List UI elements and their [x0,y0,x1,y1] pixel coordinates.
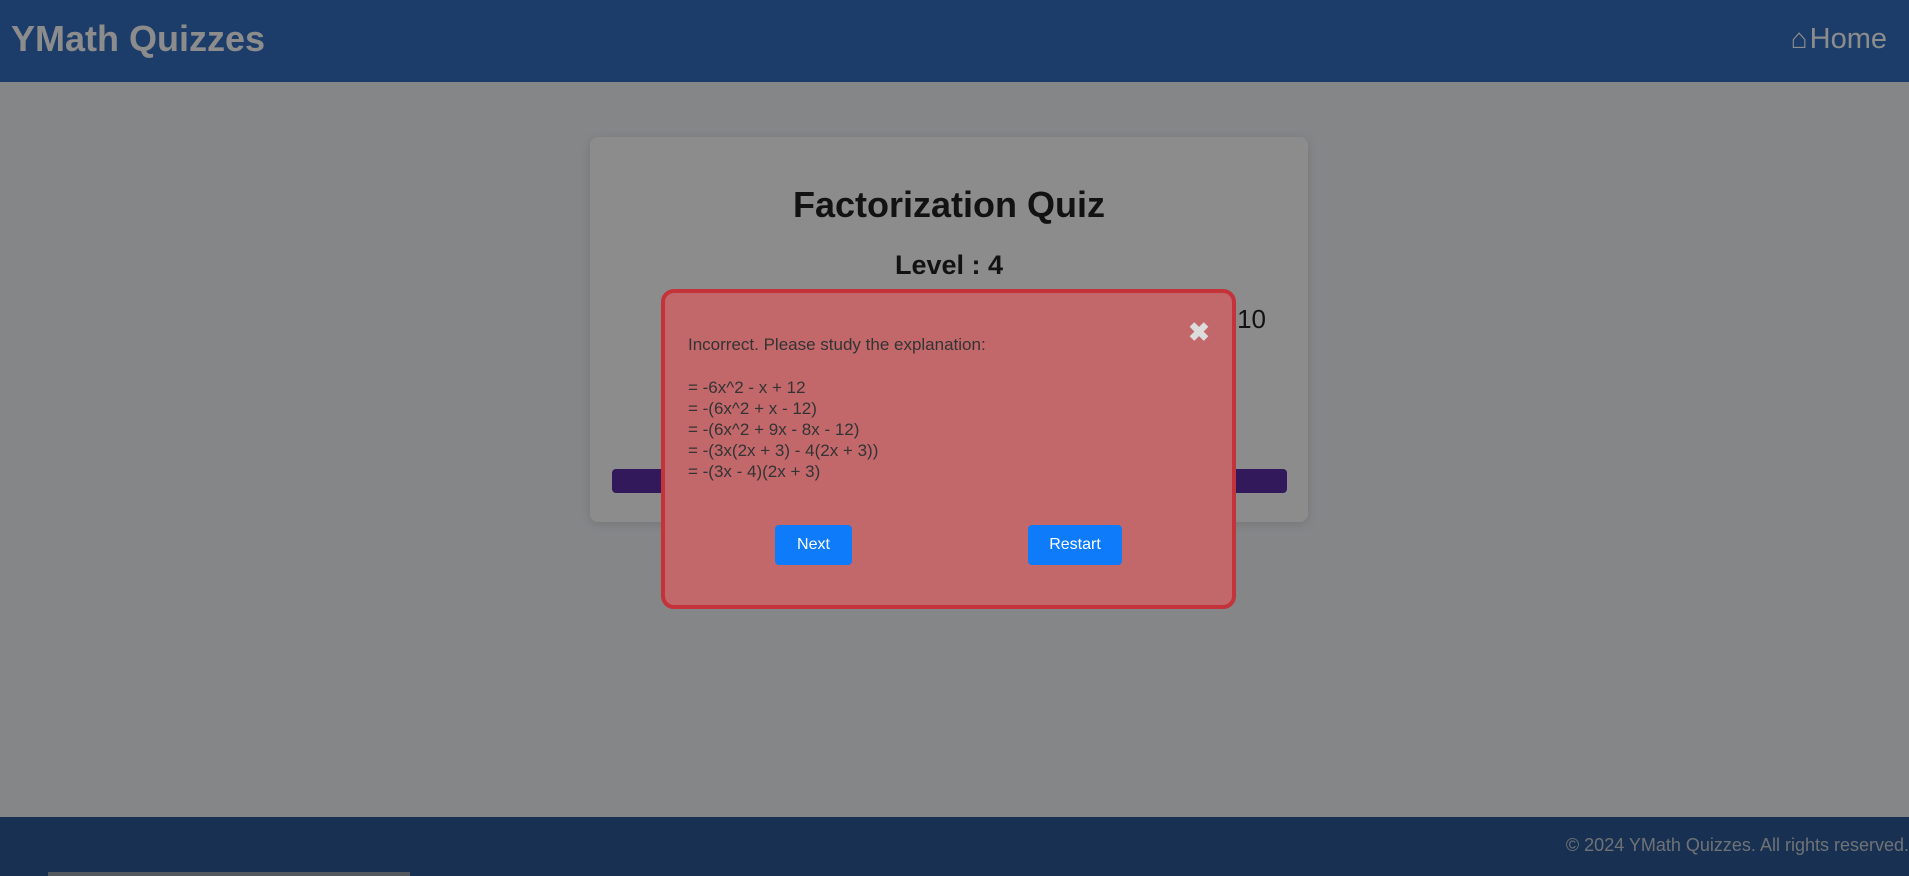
explanation-step: = -(3x - 4)(2x + 3) [688,462,821,481]
incorrect-message: Incorrect. Please study the explanation: [688,335,986,354]
close-icon[interactable]: ✖ [1188,319,1210,345]
explanation-step: = -6x^2 - x + 12 [688,378,806,397]
restart-button[interactable]: Restart [1028,525,1122,565]
explanation-step: = -(6x^2 + x - 12) [688,399,817,418]
next-button[interactable]: Next [775,525,852,565]
explanation-steps: = -6x^2 - x + 12 = -(6x^2 + x - 12) = -(… [688,377,878,482]
explanation-modal: ✖ Incorrect. Please study the explanatio… [661,289,1236,609]
explanation-step: = -(6x^2 + 9x - 8x - 12) [688,420,860,439]
explanation-step: = -(3x(2x + 3) - 4(2x + 3)) [688,441,879,460]
